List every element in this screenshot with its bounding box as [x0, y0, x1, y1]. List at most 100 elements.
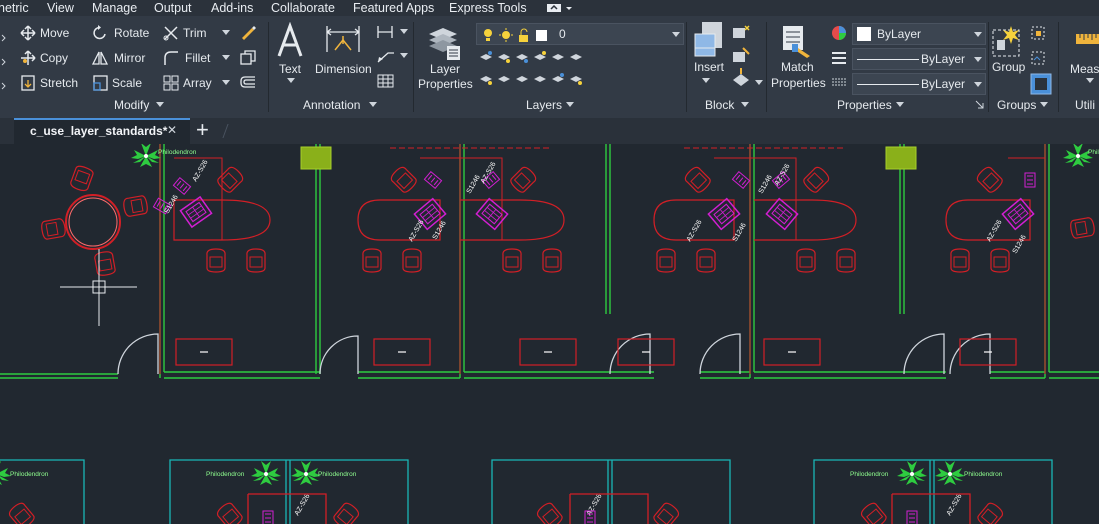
text-button[interactable]: Text: [279, 62, 301, 76]
plant-label: Philodendron: [1088, 149, 1099, 156]
block-tools-icons[interactable]: [731, 24, 753, 94]
properties-expand-icon[interactable]: [896, 102, 904, 108]
array-icon[interactable]: [163, 75, 179, 91]
menu-view[interactable]: View: [47, 0, 74, 16]
scale-icon[interactable]: [92, 74, 108, 92]
trim-button[interactable]: Trim: [183, 26, 207, 40]
properties-panel-title[interactable]: Properties: [837, 98, 892, 112]
panel-divider: [413, 22, 414, 112]
layer-properties-icon[interactable]: [427, 24, 463, 64]
block-panel-title[interactable]: Block: [705, 98, 734, 112]
plant-label: Philodendron: [158, 149, 197, 156]
mirror-button[interactable]: Mirror: [114, 51, 145, 65]
linear-dimension-icon[interactable]: [376, 24, 396, 40]
block-tools-dropdown-icon[interactable]: [755, 80, 763, 86]
trim-icon[interactable]: [163, 25, 179, 41]
color-dropdown[interactable]: ByLayer: [852, 23, 986, 45]
structural-column: [885, 146, 917, 170]
move-icon[interactable]: [20, 25, 36, 41]
text-icon[interactable]: [276, 22, 304, 62]
modify-expand-icon[interactable]: [156, 102, 164, 108]
layer-dropdown[interactable]: 0: [476, 23, 684, 45]
erase-icon[interactable]: [239, 23, 257, 41]
lineweight-dropdown-arrow-icon: [974, 82, 982, 87]
text-dropdown-icon[interactable]: [287, 78, 295, 84]
annotation-expand-icon[interactable]: [369, 102, 377, 108]
measure-button[interactable]: Measu: [1070, 62, 1099, 76]
groups-panel-title[interactable]: Groups: [997, 98, 1036, 112]
lower-workstation-chairs: [6, 500, 1006, 524]
scale-button[interactable]: Scale: [112, 76, 142, 90]
mirror-icon[interactable]: [92, 50, 108, 66]
layers-expand-icon[interactable]: [566, 102, 574, 108]
layer-properties-label-2[interactable]: Properties: [418, 77, 473, 91]
menu-addins[interactable]: Add-ins: [211, 0, 253, 16]
lineweight-dropdown[interactable]: ByLayer: [852, 73, 986, 95]
group-tools-icons[interactable]: [1029, 24, 1053, 96]
dimension-icon[interactable]: [323, 22, 363, 62]
leader-icon[interactable]: [376, 48, 396, 64]
tab-c-use-layer-standards[interactable]: c_use_layer_standards* ✕: [14, 118, 190, 144]
block-expand-icon[interactable]: [741, 102, 749, 108]
dim-dropdown-icon[interactable]: [400, 29, 408, 35]
menu-collaborate[interactable]: Collaborate: [271, 0, 335, 16]
linetype-value: ByLayer: [921, 52, 966, 66]
array-dropdown-icon[interactable]: [222, 80, 230, 86]
insert-block-icon[interactable]: [692, 20, 726, 64]
match-properties-icon[interactable]: [780, 22, 814, 62]
table-icon[interactable]: [376, 73, 396, 89]
dimension-button[interactable]: Dimension: [315, 62, 372, 76]
array-button[interactable]: Array: [183, 76, 212, 90]
layer-tools-icons[interactable]: [478, 49, 608, 89]
layer-dropdown-arrow-icon: [672, 32, 680, 37]
utilities-panel-title[interactable]: Utili: [1075, 98, 1095, 112]
insert-button[interactable]: Insert: [694, 60, 724, 74]
measure-icon[interactable]: [1074, 32, 1099, 46]
menu-featured-apps[interactable]: Featured Apps: [353, 0, 434, 16]
fillet-button[interactable]: Fillet: [185, 51, 210, 65]
copy-button[interactable]: Copy: [40, 51, 68, 65]
workspace-menu-icon[interactable]: [545, 2, 575, 14]
explode-icon[interactable]: [239, 49, 257, 67]
properties-dialog-launcher-icon[interactable]: [975, 100, 985, 110]
measure-dropdown-icon[interactable]: [1086, 78, 1094, 84]
trim-dropdown-icon[interactable]: [222, 30, 230, 36]
rotate-button[interactable]: Rotate: [114, 26, 149, 40]
group-button[interactable]: Group: [992, 60, 1025, 74]
match-properties-label-1[interactable]: Match: [781, 60, 814, 74]
match-properties-label-2[interactable]: Properties: [771, 76, 826, 90]
leader-dropdown-icon[interactable]: [400, 53, 408, 59]
structural-column: [300, 146, 332, 170]
current-layer-name: 0: [559, 27, 566, 41]
linetype-dropdown-arrow-icon: [974, 57, 982, 62]
fillet-dropdown-icon[interactable]: [222, 55, 230, 61]
rotate-icon[interactable]: [92, 25, 108, 41]
menu-output[interactable]: Output: [154, 0, 192, 16]
linetype-dropdown[interactable]: ByLayer: [852, 48, 986, 70]
stretch-button[interactable]: Stretch: [40, 76, 78, 90]
modify-panel-title[interactable]: Modify: [114, 98, 149, 112]
property-tool-icons[interactable]: [829, 24, 849, 94]
move-button[interactable]: Move: [40, 26, 69, 40]
offset-icon[interactable]: [239, 74, 257, 92]
annotation-panel-title[interactable]: Annotation: [303, 98, 360, 112]
menu-express-tools[interactable]: Express Tools: [449, 0, 527, 16]
stretch-icon[interactable]: [20, 74, 36, 92]
new-tab-icon[interactable]: +: [196, 118, 209, 142]
menu-manage[interactable]: Manage: [92, 0, 137, 16]
layers-panel-title[interactable]: Layers: [526, 98, 562, 112]
menu-geometric[interactable]: netric: [0, 0, 29, 16]
crosshair-cursor: [60, 249, 137, 326]
drawing-canvas[interactable]: S1246 AZ-S26 AZ-S26 S1246 S1246 AZ-S26 A…: [0, 144, 1099, 524]
groups-expand-icon[interactable]: [1040, 102, 1048, 108]
fillet-icon[interactable]: [163, 50, 179, 66]
group-icon[interactable]: [991, 22, 1025, 62]
copy-icon[interactable]: [20, 50, 36, 66]
layer-properties-label-1[interactable]: Layer: [430, 62, 460, 76]
lineweight-value: ByLayer: [921, 77, 966, 91]
upper-wall-red-fill: [159, 144, 1046, 374]
layer-state-icons: [484, 28, 547, 42]
insert-dropdown-icon[interactable]: [702, 78, 710, 84]
svg-text:S1246: S1246: [466, 174, 482, 195]
tab-close-icon[interactable]: ✕: [167, 123, 177, 137]
